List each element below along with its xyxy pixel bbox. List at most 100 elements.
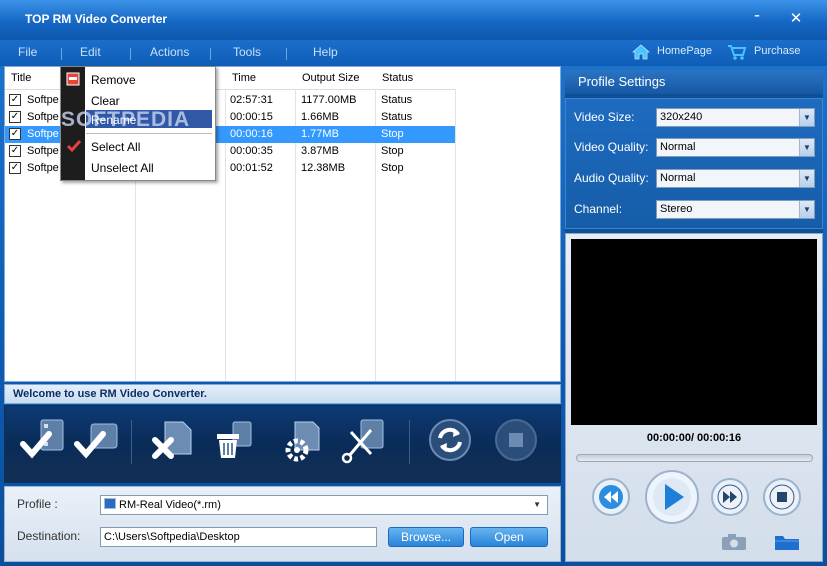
open-button[interactable]: Open xyxy=(470,527,548,547)
menu-separator xyxy=(61,48,62,60)
menu-help[interactable]: Help xyxy=(313,45,338,59)
row-checkbox[interactable]: ✓ xyxy=(9,94,21,106)
seek-bar[interactable] xyxy=(576,454,813,462)
row-checkbox[interactable]: ✓ xyxy=(9,145,21,157)
context-remove[interactable]: Remove xyxy=(91,73,136,87)
checkmark-icon xyxy=(66,140,82,153)
channel-value: Stereo xyxy=(660,203,693,215)
channel-label: Channel: xyxy=(574,202,623,216)
profile-settings-title: Profile Settings xyxy=(565,70,823,94)
remove-icon xyxy=(66,72,80,86)
row-output-size: 1.77MB xyxy=(301,128,339,140)
menu-bar: File Edit Actions Tools Help HomePage Pu… xyxy=(0,40,827,66)
row-output-size: 12.38MB xyxy=(301,162,346,174)
row-time: 00:00:35 xyxy=(230,145,273,157)
context-separator xyxy=(86,133,212,134)
menu-separator xyxy=(210,48,211,60)
menu-edit[interactable]: Edit xyxy=(80,45,101,59)
preview-player: 00:00:00/ 00:00:16 xyxy=(565,233,823,562)
profile-label: Profile : xyxy=(17,497,58,511)
row-status: Status xyxy=(381,111,413,123)
window-title: TOP RM Video Converter xyxy=(25,12,168,26)
toolbar-separator xyxy=(409,420,410,464)
row-status: Status xyxy=(381,94,413,106)
profile-select[interactable]: RM-Real Video(*.rm) ▼ xyxy=(100,495,548,515)
home-icon[interactable] xyxy=(632,44,650,60)
channel-select[interactable]: Stereo ▼ xyxy=(656,200,815,219)
chevron-down-icon: ▼ xyxy=(799,201,814,218)
menu-separator xyxy=(286,48,287,60)
row-output-size: 1.66MB xyxy=(301,111,339,123)
row-output-size: 1177.00MB xyxy=(301,94,357,106)
toolbar-separator xyxy=(131,420,132,464)
row-checkbox[interactable]: ✓ xyxy=(9,128,21,140)
row-time: 02:57:31 xyxy=(230,94,273,106)
trash-icon[interactable] xyxy=(205,416,255,474)
play-icon[interactable] xyxy=(644,469,700,525)
row-status: Stop xyxy=(381,128,404,140)
toolbar xyxy=(4,405,561,483)
menu-file[interactable]: File xyxy=(18,45,37,59)
row-checkbox[interactable]: ✓ xyxy=(9,162,21,174)
chevron-down-icon: ▼ xyxy=(533,500,541,509)
chevron-down-icon: ▼ xyxy=(799,170,814,187)
minimize-button[interactable]: – xyxy=(746,9,768,31)
playback-time: 00:00:00/ 00:00:16 xyxy=(646,432,742,444)
rewind-icon[interactable] xyxy=(591,477,631,517)
preview-screen xyxy=(571,239,817,425)
destination-input[interactable]: C:\Users\Softpedia\Desktop xyxy=(100,527,377,547)
cart-icon[interactable] xyxy=(727,43,747,61)
context-clear[interactable]: Clear xyxy=(91,94,120,108)
video-size-label: Video Size: xyxy=(574,110,635,124)
add-video-icon[interactable] xyxy=(17,416,67,474)
close-button[interactable]: ✕ xyxy=(785,9,807,31)
row-checkbox[interactable]: ✓ xyxy=(9,111,21,123)
video-size-value: 320x240 xyxy=(660,111,703,123)
menu-tools[interactable]: Tools xyxy=(233,45,261,59)
context-rename[interactable]: Rename xyxy=(91,113,136,127)
fast-forward-icon[interactable] xyxy=(710,477,750,517)
add-folder-icon[interactable] xyxy=(71,416,121,474)
row-time: 00:00:15 xyxy=(230,111,273,123)
output-settings: Profile : RM-Real Video(*.rm) ▼ Destinat… xyxy=(4,486,561,562)
row-status: Stop xyxy=(381,145,404,157)
title-bar: TOP RM Video Converter – ✕ xyxy=(0,0,827,40)
audio-quality-label: Audio Quality: xyxy=(574,171,649,185)
destination-label: Destination: xyxy=(17,529,81,543)
purchase-link[interactable]: Purchase xyxy=(754,45,800,57)
row-time: 00:01:52 xyxy=(230,162,273,174)
folder-icon[interactable] xyxy=(774,533,800,551)
chevron-down-icon: ▼ xyxy=(799,139,814,156)
video-size-select[interactable]: 320x240 ▼ xyxy=(656,108,815,127)
profile-settings: Video Size: 320x240 ▼ Video Quality: Norm… xyxy=(565,98,823,229)
row-time: 00:00:16 xyxy=(230,128,273,140)
settings-gear-icon[interactable] xyxy=(273,416,323,474)
header-status[interactable]: Status xyxy=(376,67,456,90)
video-quality-select[interactable]: Normal ▼ xyxy=(656,138,815,157)
context-menu: Remove Clear SOFTPEDIA Rename Select All… xyxy=(60,66,216,181)
homepage-link[interactable]: HomePage xyxy=(657,45,712,57)
app-window: TOP RM Video Converter – ✕ File Edit Act… xyxy=(0,0,827,566)
row-status: Stop xyxy=(381,162,404,174)
video-quality-value: Normal xyxy=(660,141,696,153)
chevron-down-icon: ▼ xyxy=(799,109,814,126)
profile-value: RM-Real Video(*.rm) xyxy=(119,499,221,511)
profile-format-icon xyxy=(104,498,116,509)
menu-separator xyxy=(130,48,131,60)
stop-icon[interactable] xyxy=(491,416,541,474)
camera-icon[interactable] xyxy=(720,533,748,551)
convert-refresh-icon[interactable] xyxy=(425,416,475,474)
menu-actions[interactable]: Actions xyxy=(150,45,189,59)
stop-playback-icon[interactable] xyxy=(762,477,802,517)
remove-file-icon[interactable] xyxy=(145,416,195,474)
video-quality-label: Video Quality: xyxy=(574,140,649,154)
header-output-size[interactable]: Output Size xyxy=(296,67,376,90)
context-select-all[interactable]: Select All xyxy=(91,140,140,154)
context-unselect-all[interactable]: Unselect All xyxy=(91,161,154,175)
status-message: Welcome to use RM Video Converter. xyxy=(4,384,561,404)
scissors-icon[interactable] xyxy=(337,416,387,474)
header-time[interactable]: Time xyxy=(226,67,296,90)
browse-button[interactable]: Browse... xyxy=(388,527,464,547)
audio-quality-select[interactable]: Normal ▼ xyxy=(656,169,815,188)
row-output-size: 3.87MB xyxy=(301,145,339,157)
